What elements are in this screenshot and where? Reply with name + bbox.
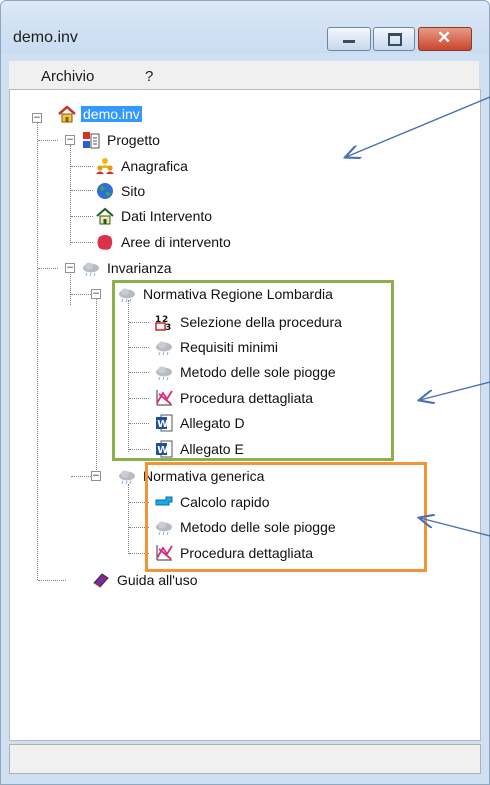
annotation-arrows (0, 96, 490, 537)
annotation-arrow-lombardia (420, 381, 490, 400)
annotation-arrow-generica (420, 518, 490, 537)
annotation-arrow-progetto (346, 96, 490, 157)
